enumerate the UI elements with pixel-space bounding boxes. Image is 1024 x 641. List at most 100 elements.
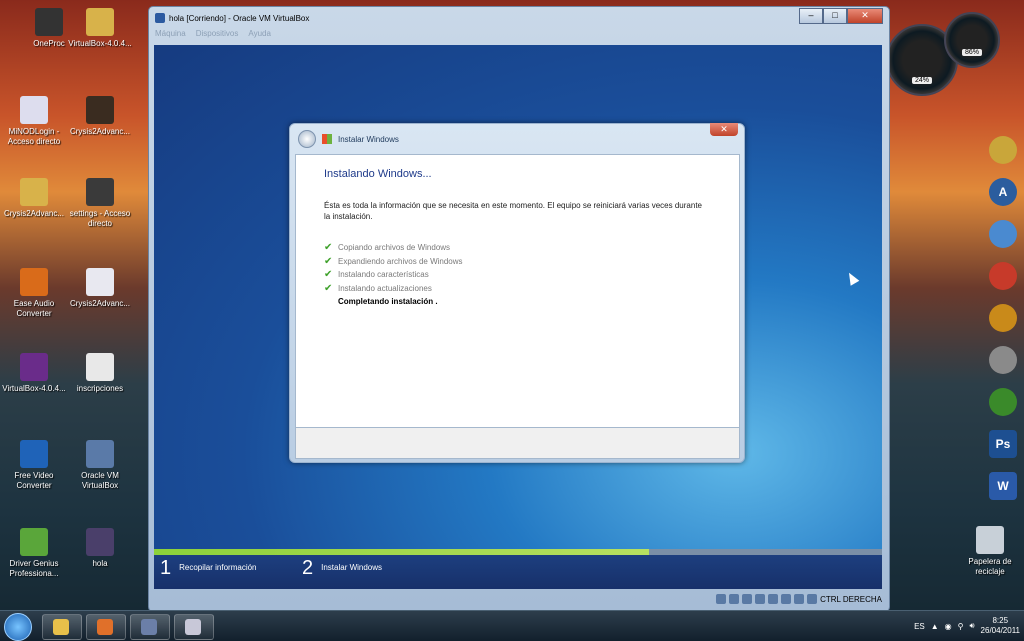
paint-icon xyxy=(185,619,201,635)
desktop-icon[interactable]: Crysis2Advanc... xyxy=(1,178,67,219)
clock-date: 26/04/2011 xyxy=(980,626,1020,635)
checkmark-icon: ✔ xyxy=(324,282,333,294)
taskbar-virtualbox-button[interactable] xyxy=(130,614,170,640)
desktop-icon-label: Crysis2Advanc... xyxy=(69,299,131,308)
desktop-icon[interactable]: MiNODLogin - Acceso directo xyxy=(1,96,67,147)
language-indicator[interactable]: ES xyxy=(914,622,925,631)
usb-status-icon[interactable] xyxy=(742,594,753,604)
tray-arrow-icon[interactable]: ▲ xyxy=(931,622,939,631)
taskbar-paint-button[interactable] xyxy=(174,614,214,640)
volume-icon[interactable]: 🔊︎ xyxy=(970,621,975,631)
desktop-icon-image xyxy=(86,268,114,296)
desktop-icon[interactable]: Ease Audio Converter xyxy=(1,268,67,319)
windows-flag-icon xyxy=(322,134,332,144)
vm-menubar: Máquina Dispositivos Ayuda xyxy=(155,29,271,43)
dialog-footer xyxy=(295,427,740,459)
install-windows-dialog: Instalar Windows ✕ Instalando Windows...… xyxy=(289,123,745,463)
desktop-icon-image xyxy=(20,528,48,556)
clock[interactable]: 8:25 26/04/2011 xyxy=(981,616,1020,636)
explorer-icon xyxy=(53,619,69,635)
virtualbox-icon xyxy=(141,619,157,635)
hdd-status-icon[interactable] xyxy=(716,594,727,604)
mouse-integration-icon[interactable] xyxy=(794,594,805,604)
phase-label: Recopilar información xyxy=(179,563,257,572)
install-step-label: Instalando actualizaciones xyxy=(338,283,432,293)
host-key-label: CTRL DERECHA xyxy=(820,594,882,604)
desktop-icon[interactable]: Crysis2Advanc... xyxy=(67,96,133,137)
dialog-close-button[interactable]: ✕ xyxy=(710,123,738,136)
dock-app-4-icon[interactable] xyxy=(989,262,1017,290)
desktop-icon[interactable]: Free Video Converter xyxy=(1,440,67,491)
desktop-icon[interactable]: VirtualBox-4.0.4... xyxy=(67,8,133,49)
dock-app-1-icon[interactable] xyxy=(989,136,1017,164)
taskbar-explorer-button[interactable] xyxy=(42,614,82,640)
install-step: Completando instalación . xyxy=(324,295,463,309)
window-title: hola [Corriendo] - Oracle VM VirtualBox xyxy=(169,13,310,23)
recycle-bin[interactable]: Papelera de reciclaje xyxy=(957,526,1023,577)
dialog-info-text: Ésta es toda la información que se neces… xyxy=(324,201,702,221)
menu-maquina[interactable]: Máquina xyxy=(155,29,186,43)
display-status-icon[interactable] xyxy=(781,594,792,604)
desktop-icon[interactable]: Crysis2Advanc... xyxy=(67,268,133,309)
phase-label: Instalar Windows xyxy=(321,563,383,572)
phase-number: 1 xyxy=(160,557,172,579)
install-step-label: Expandiendo archivos de Windows xyxy=(338,256,463,266)
desktop-icon[interactable]: Driver Genius Professiona... xyxy=(1,528,67,579)
desktop-icon[interactable]: settings - Acceso directo xyxy=(67,178,133,229)
desktop-icon-image xyxy=(20,353,48,381)
install-step-label: Copiando archivos de Windows xyxy=(338,243,451,253)
shared-folders-icon[interactable] xyxy=(768,594,779,604)
desktop-icon[interactable]: hola xyxy=(67,528,133,569)
checkmark-icon: ✔ xyxy=(324,255,333,267)
safely-remove-icon[interactable]: ⚲ xyxy=(958,622,964,631)
maximize-button[interactable]: □ xyxy=(823,8,847,24)
desktop-icon-label: settings - Acceso directo xyxy=(69,209,131,228)
close-button[interactable]: ✕ xyxy=(847,8,883,24)
install-step: ✔ Expandiendo archivos de Windows xyxy=(324,255,463,269)
checkmark-icon: ✔ xyxy=(324,242,333,254)
back-arrow-icon[interactable] xyxy=(298,130,316,148)
cpu-gauge-value: 24% xyxy=(911,77,933,84)
network-tray-icon[interactable]: ◉ xyxy=(945,622,952,631)
desktop-icon-label: MiNODLogin - Acceso directo xyxy=(7,127,61,146)
desktop-icon[interactable]: inscripciones xyxy=(67,353,133,394)
system-tray: ES ▲ ◉ ⚲ 🔊︎ 8:25 26/04/2011 xyxy=(914,613,1020,639)
dock-app-6-icon[interactable] xyxy=(989,346,1017,374)
window-titlebar[interactable]: hola [Corriendo] - Oracle VM VirtualBox xyxy=(155,10,309,26)
desktop-icon-image xyxy=(20,268,48,296)
desktop-icon-image xyxy=(20,440,48,468)
minimize-button[interactable]: – xyxy=(799,8,823,24)
desktop-icon-image xyxy=(86,96,114,124)
guest-screen[interactable]: Instalar Windows ✕ Instalando Windows...… xyxy=(154,45,882,589)
dock-app-3-icon[interactable] xyxy=(989,220,1017,248)
dialog-heading: Instalando Windows... xyxy=(324,168,432,180)
desktop-icon-label: Crysis2Advanc... xyxy=(69,127,131,136)
menu-dispositivos[interactable]: Dispositivos xyxy=(196,29,239,43)
menu-ayuda[interactable]: Ayuda xyxy=(248,29,271,43)
install-steps-list: ✔ Copiando archivos de Windows ✔ Expandiend… xyxy=(324,241,463,309)
setup-phase-bar: 1 Recopilar información 2 Instalar Windo… xyxy=(154,555,882,589)
taskbar: ES ▲ ◉ ⚲ 🔊︎ 8:25 26/04/2011 xyxy=(0,610,1024,641)
start-button[interactable] xyxy=(4,613,32,641)
dock-app-2-icon[interactable]: A xyxy=(989,178,1017,206)
dialog-body: Instalando Windows... Ésta es toda la in… xyxy=(295,154,740,428)
desktop-icon-image xyxy=(86,440,114,468)
network-status-icon[interactable] xyxy=(755,594,766,604)
dock-photoshop-icon[interactable]: Ps xyxy=(989,430,1017,458)
dock-word-icon[interactable]: W xyxy=(989,472,1017,500)
desktop-icon[interactable]: VirtualBox-4.0.4... xyxy=(1,353,67,394)
desktop-icon-label: Driver Genius Professiona... xyxy=(9,559,59,578)
desktop-icon-image xyxy=(86,178,114,206)
desktop-icon-image xyxy=(86,528,114,556)
dock-app-7-icon[interactable] xyxy=(989,388,1017,416)
dock-app-5-icon[interactable] xyxy=(989,304,1017,332)
recycle-bin-icon xyxy=(976,526,1004,554)
recycle-bin-label: Papelera de reciclaje xyxy=(968,557,1012,576)
memory-gauge-gadget: 86% xyxy=(944,12,1000,68)
taskbar-firefox-button[interactable] xyxy=(86,614,126,640)
phase-number: 2 xyxy=(302,557,314,579)
desktop-icon[interactable]: Oracle VM VirtualBox xyxy=(67,440,133,491)
desktop-icon-label: inscripciones xyxy=(76,384,124,393)
dialog-header: Instalar Windows xyxy=(298,130,399,148)
cd-status-icon[interactable] xyxy=(729,594,740,604)
